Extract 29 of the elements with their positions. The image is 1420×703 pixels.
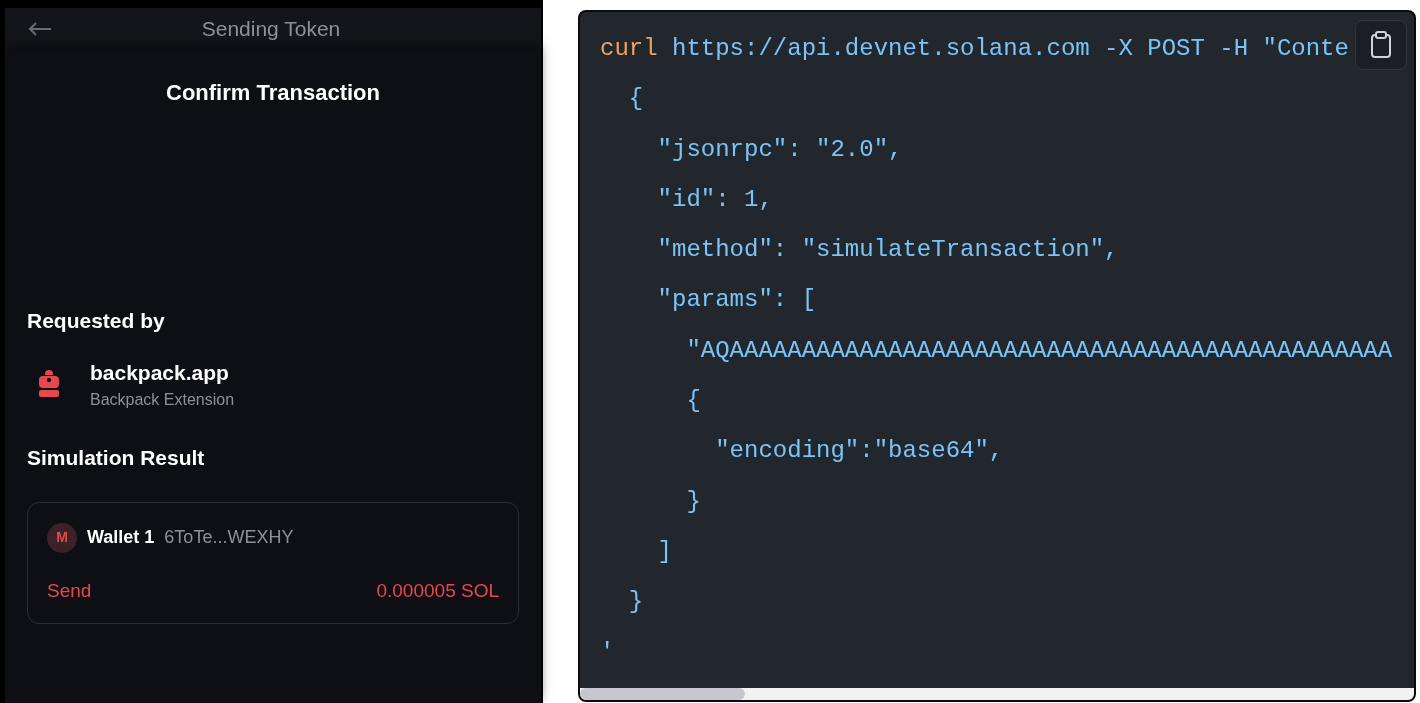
code-line: }	[627, 587, 644, 618]
code-line: "encoding":"base64",	[714, 436, 1004, 467]
code-line: "params": [	[656, 285, 817, 316]
section-heading: Requested by	[27, 308, 166, 334]
wallet-avatar: M	[47, 522, 77, 553]
code-line: "method": "simulateTransaction",	[656, 235, 1119, 266]
code-line: }	[685, 486, 701, 517]
screen-title: Sending Token	[200, 16, 342, 43]
wallet-address: 6ToTe...WEXHY	[164, 526, 294, 549]
code-line: '	[600, 637, 615, 668]
action-label: Send	[47, 578, 92, 603]
wallet-name: Wallet 1	[87, 526, 155, 549]
amount-value: 0.000005 SOL	[376, 578, 499, 603]
code-line: {	[627, 84, 644, 115]
code-line: curl https://api.devnet.solana.com -X POST -H "Conte	[600, 34, 1349, 64]
clipboard-icon	[1370, 31, 1392, 59]
section-heading: Simulation Result	[27, 445, 206, 471]
scrollbar[interactable]	[580, 688, 1414, 700]
backpack-icon	[38, 370, 60, 399]
code-line: {	[685, 386, 701, 417]
back-arrow-icon[interactable]	[27, 21, 53, 37]
dialog-title: Confirm Transaction	[165, 79, 381, 107]
code-line: "AQAAAAAAAAAAAAAAAAAAAAAAAAAAAAAAAAAAAAAAAAAAAAAA	[685, 335, 1393, 366]
code-line: "id": 1,	[656, 184, 773, 215]
site-name: backpack.app	[90, 359, 230, 386]
code-line: ]	[656, 536, 672, 567]
site-source: Backpack Extension	[90, 390, 235, 410]
code-line: "jsonrpc": "2.0",	[656, 134, 903, 165]
copy-button[interactable]	[1355, 20, 1407, 70]
